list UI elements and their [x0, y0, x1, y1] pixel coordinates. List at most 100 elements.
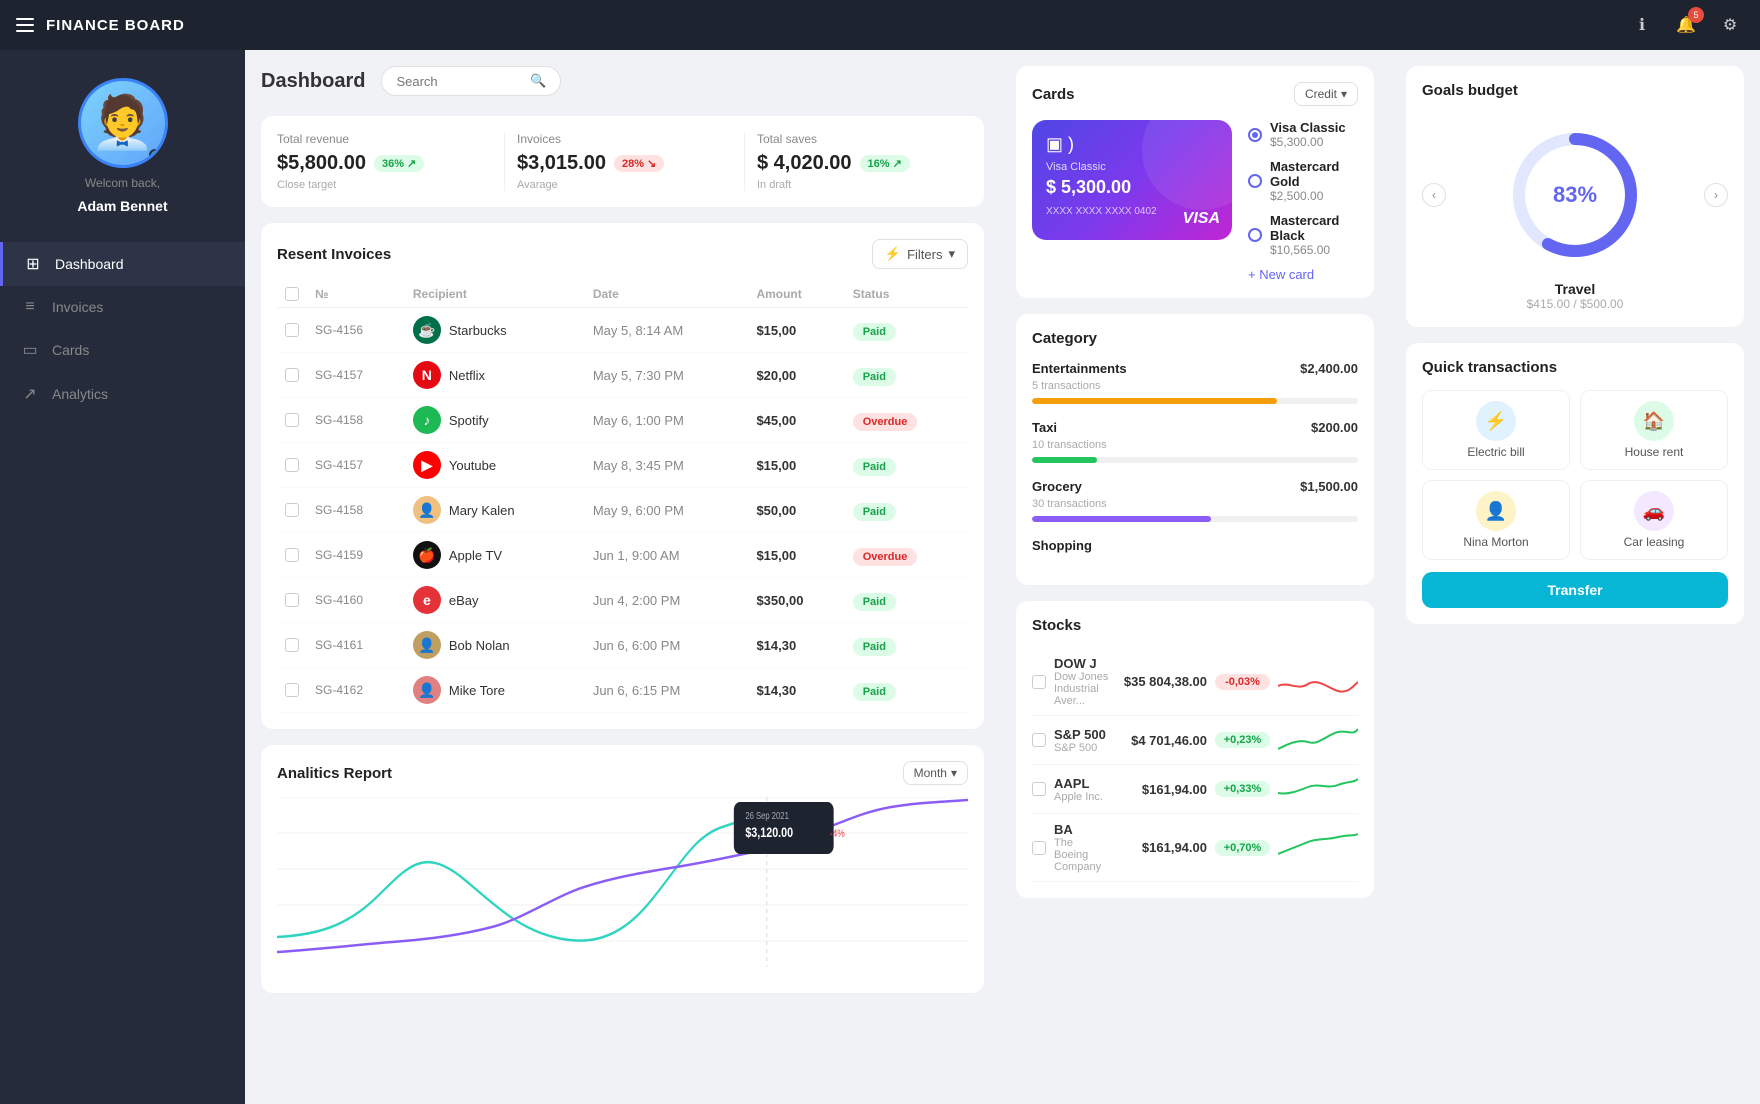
- table-row: SG-4159 🍎 Apple TV Jun 1, 9:00 AM $15,00…: [277, 533, 968, 578]
- period-select[interactable]: Month ▾: [903, 761, 968, 785]
- mini-chart: [1278, 832, 1358, 864]
- stat-total-revenue: Total revenue $5,800.00 36% ↗ Close targ…: [277, 132, 505, 191]
- row-checkbox[interactable]: [285, 503, 299, 517]
- transfer-button[interactable]: Transfer: [1422, 572, 1728, 608]
- invoice-id: SG-4158: [307, 488, 405, 533]
- category-amount: $200.00: [1311, 420, 1358, 435]
- right-panel: Cards Credit ▾ ▣ ) Visa Classic $ 5,300.…: [1000, 50, 1390, 1104]
- invoice-status: Overdue: [845, 398, 968, 443]
- analytics-section: Analitics Report Month ▾: [261, 745, 984, 993]
- stat-sub: In draft: [757, 179, 968, 191]
- stock-checkbox[interactable]: [1032, 675, 1046, 689]
- sidebar-item-cards[interactable]: ▭ Cards: [0, 328, 245, 372]
- filter-button[interactable]: ⚡ Filters ▾: [872, 239, 968, 269]
- row-checkbox[interactable]: [285, 323, 299, 337]
- settings-icon[interactable]: ⚙: [1716, 11, 1744, 39]
- invoice-date: May 8, 3:45 PM: [585, 443, 749, 488]
- stocks-list: DOW J Dow Jones Industrial Aver... $35 8…: [1032, 648, 1358, 882]
- stock-checkbox[interactable]: [1032, 782, 1046, 796]
- col-date: Date: [585, 281, 749, 308]
- sidebar-item-label: Dashboard: [55, 256, 124, 272]
- row-checkbox[interactable]: [285, 638, 299, 652]
- category-item: Shopping: [1032, 538, 1358, 553]
- search-icon: 🔍: [530, 73, 546, 89]
- goals-next-button[interactable]: ›: [1704, 183, 1728, 207]
- quick-item-house-rent[interactable]: 🏠 House rent: [1580, 390, 1728, 470]
- table-row: SG-4158 👤 Mary Kalen May 9, 6:00 PM $50,…: [277, 488, 968, 533]
- sidebar-item-dashboard[interactable]: ⊞ Dashboard: [0, 242, 245, 286]
- stocks-header: Stocks: [1032, 617, 1358, 634]
- stock-checkbox[interactable]: [1032, 841, 1046, 855]
- row-checkbox[interactable]: [285, 413, 299, 427]
- mini-chart: [1278, 666, 1358, 698]
- cards-content: ▣ ) Visa Classic $ 5,300.00 XXXX XXXX XX…: [1032, 120, 1358, 282]
- goal-amount: $415.00 / $500.00: [1422, 297, 1728, 311]
- row-checkbox[interactable]: [285, 368, 299, 382]
- main-content: Dashboard 🔍 Total revenue $5,800.00 36% …: [245, 50, 1000, 1104]
- radio-mastercard-gold[interactable]: [1248, 174, 1262, 188]
- card-option-mastercard-black[interactable]: Mastercard Black $10,565.00: [1248, 213, 1358, 257]
- row-checkbox[interactable]: [285, 458, 299, 472]
- card-option-mastercard-gold[interactable]: Mastercard Gold $2,500.00: [1248, 159, 1358, 203]
- card-option-name: Visa Classic: [1270, 120, 1346, 135]
- invoice-id: SG-4158: [307, 398, 405, 443]
- stat-label: Total saves: [757, 132, 968, 146]
- info-icon[interactable]: ℹ: [1628, 11, 1656, 39]
- invoice-id: SG-4162: [307, 668, 405, 713]
- radio-visa[interactable]: [1248, 128, 1262, 142]
- credit-select[interactable]: Credit ▾: [1294, 82, 1358, 106]
- stock-price: $161,94.00: [1117, 840, 1207, 855]
- invoice-amount: $350,00: [748, 578, 844, 623]
- stock-checkbox[interactable]: [1032, 733, 1046, 747]
- quick-item-label: Nina Morton: [1463, 535, 1528, 549]
- invoice-status: Paid: [845, 623, 968, 668]
- card-option-visa[interactable]: Visa Classic $5,300.00: [1248, 120, 1358, 149]
- main-layout: 🧑‍💼 Welcom back, Adam Bennet ⊞ Dashboard…: [0, 50, 1760, 1104]
- dashboard-icon: ⊞: [23, 254, 43, 274]
- menu-icon[interactable]: [16, 18, 34, 32]
- row-checkbox[interactable]: [285, 548, 299, 562]
- table-row: SG-4157 N Netflix May 5, 7:30 PM $20,00 …: [277, 353, 968, 398]
- avatar-emoji: 🧑‍💼: [90, 97, 155, 149]
- col-recipient: Recipient: [405, 281, 585, 308]
- invoice-amount: $14,30: [748, 668, 844, 713]
- quick-item-nina-morton[interactable]: 👤 Nina Morton: [1422, 480, 1570, 560]
- table-row: SG-4162 👤 Mike Tore Jun 6, 6:15 PM $14,3…: [277, 668, 968, 713]
- stock-symbol: AAPL: [1054, 776, 1109, 791]
- sidebar-item-invoices[interactable]: ≡ Invoices: [0, 286, 245, 328]
- stocks-title: Stocks: [1032, 617, 1081, 634]
- row-checkbox[interactable]: [285, 593, 299, 607]
- stock-change: +0,70%: [1215, 840, 1270, 856]
- category-sub: 5 transactions: [1032, 380, 1358, 392]
- invoice-status: Paid: [845, 353, 968, 398]
- card-option-amount: $2,500.00: [1270, 189, 1358, 203]
- select-all-checkbox[interactable]: [285, 287, 299, 301]
- search-input[interactable]: [396, 74, 522, 89]
- invoice-id: SG-4161: [307, 623, 405, 668]
- radio-mastercard-black[interactable]: [1248, 228, 1262, 242]
- card-chip-icon: ▣ ): [1046, 134, 1218, 155]
- invoice-date: Jun 1, 9:00 AM: [585, 533, 749, 578]
- quick-item-car-leasing[interactable]: 🚗 Car leasing: [1580, 480, 1728, 560]
- quick-item-electric-bill[interactable]: ⚡ Electric bill: [1422, 390, 1570, 470]
- quick-item-label: Electric bill: [1467, 445, 1524, 459]
- notif-badge: 5: [1688, 7, 1704, 23]
- row-checkbox[interactable]: [285, 683, 299, 697]
- stat-sub: Avarage: [517, 179, 728, 191]
- notifications-icon[interactable]: 🔔 5: [1672, 11, 1700, 39]
- table-row: SG-4161 👤 Bob Nolan Jun 6, 6:00 PM $14,3…: [277, 623, 968, 668]
- stock-row: DOW J Dow Jones Industrial Aver... $35 8…: [1032, 648, 1358, 716]
- sidebar-item-analytics[interactable]: ↗ Analytics: [0, 372, 245, 416]
- stat-label: Invoices: [517, 132, 728, 146]
- goals-prev-button[interactable]: ‹: [1422, 183, 1446, 207]
- category-item: Entertainments $2,400.00 5 transactions: [1032, 361, 1358, 404]
- stat-total-saves: Total saves $ 4,020.00 16% ↗ In draft: [757, 132, 968, 191]
- new-card-button[interactable]: + New card: [1248, 267, 1358, 282]
- card-amount: $ 5,300.00: [1046, 177, 1218, 198]
- invoice-date: Jun 4, 2:00 PM: [585, 578, 749, 623]
- chevron-down-icon: ▾: [951, 766, 957, 780]
- card-option-amount: $5,300.00: [1270, 135, 1346, 149]
- goals-panel: Goals budget ‹ 83% ›: [1406, 66, 1744, 327]
- stat-label: Total revenue: [277, 132, 488, 146]
- search-box[interactable]: 🔍: [381, 66, 561, 96]
